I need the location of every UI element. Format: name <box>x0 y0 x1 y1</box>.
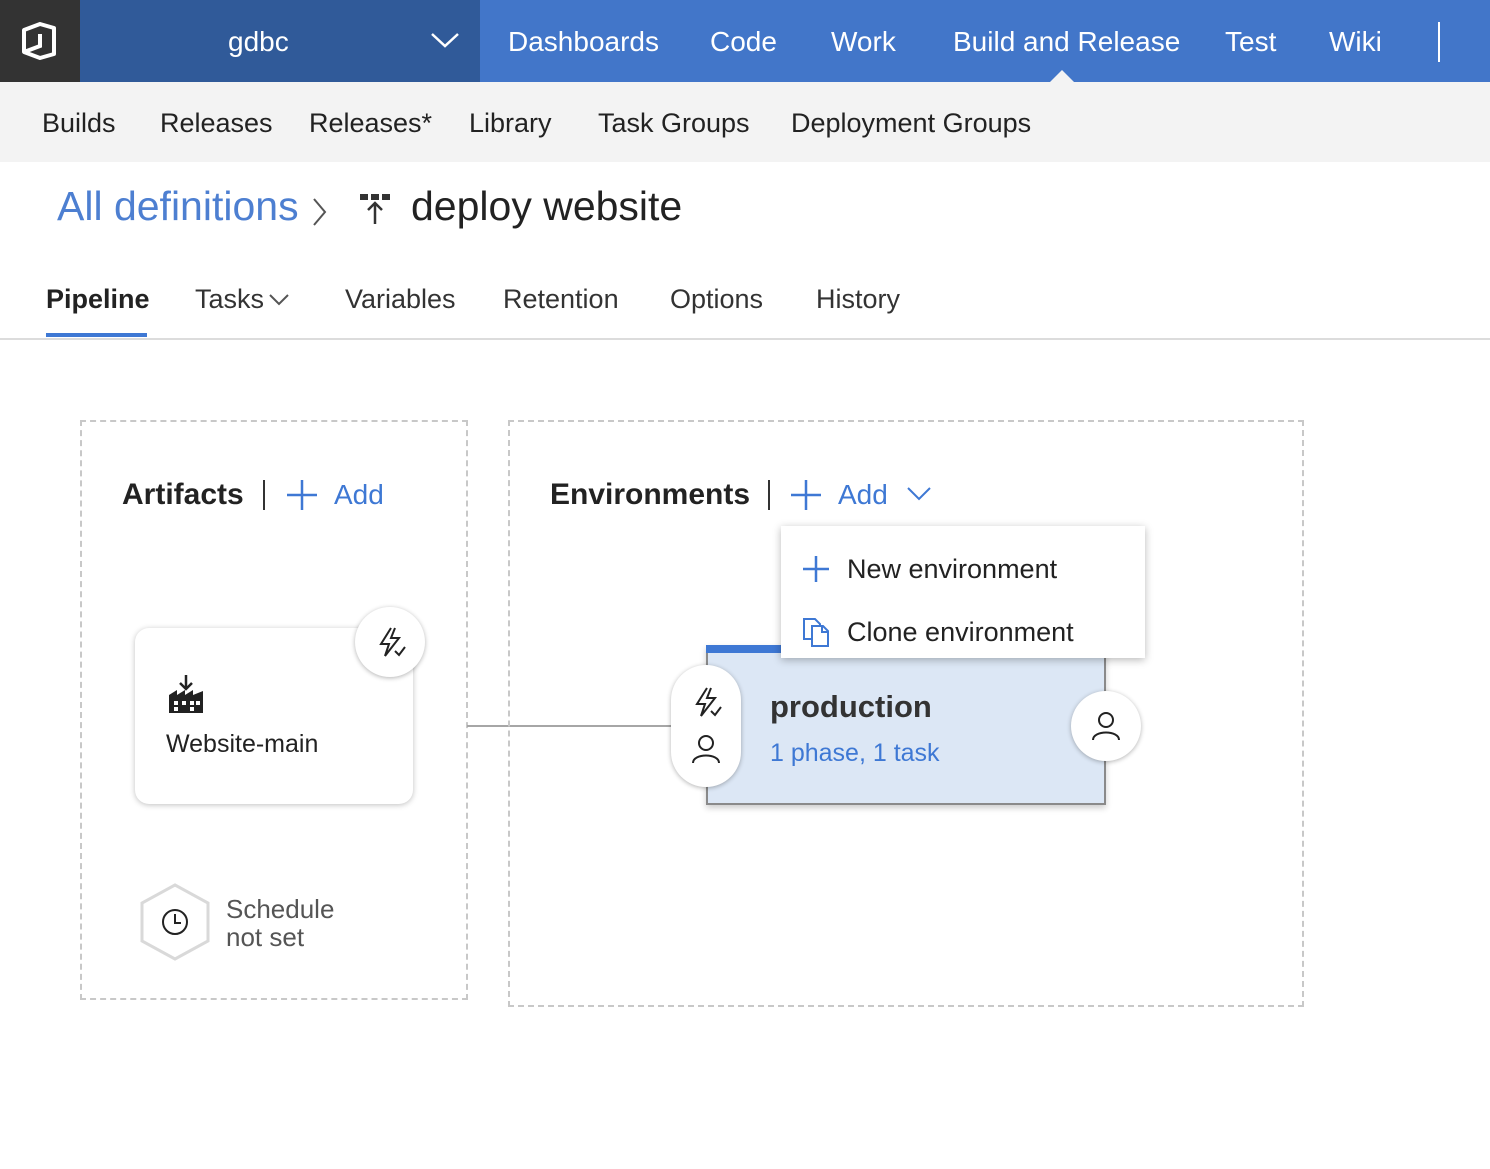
subnav-releases[interactable]: Releases <box>160 108 273 139</box>
clone-icon <box>801 617 831 652</box>
tab-pipeline[interactable]: Pipeline <box>46 284 150 315</box>
schedule-line-1: Schedule <box>226 894 335 924</box>
secondary-navigation: Builds Releases Releases* Library Task G… <box>0 82 1490 162</box>
add-artifact-button[interactable]: Add <box>334 479 384 511</box>
tab-options[interactable]: Options <box>670 284 763 315</box>
user-icon <box>1092 712 1120 741</box>
subnav-library[interactable]: Library <box>469 108 552 139</box>
hub-work[interactable]: Work <box>831 26 896 58</box>
divider <box>0 338 1490 340</box>
tab-tasks[interactable]: Tasks <box>195 284 264 315</box>
active-tab-indicator <box>46 333 147 337</box>
continuous-deployment-trigger-button[interactable] <box>355 607 425 677</box>
hub-build-and-release[interactable]: Build and Release <box>953 26 1180 58</box>
plus-icon <box>801 554 831 589</box>
schedule-line-2: not set <box>226 922 305 952</box>
project-name: gdbc <box>228 26 289 57</box>
menu-label: Clone environment <box>847 617 1074 647</box>
subnav-deployment-groups[interactable]: Deployment Groups <box>791 108 1031 139</box>
subnav-builds[interactable]: Builds <box>42 108 116 139</box>
environment-card[interactable]: production 1 phase, 1 task <box>706 645 1106 805</box>
post-deployment-approvals-button[interactable] <box>1071 691 1141 761</box>
add-environment-menu: New environment Clone environment <box>781 526 1145 658</box>
menu-label: New environment <box>847 554 1058 584</box>
subnav-releases-preview[interactable]: Releases* <box>309 108 432 139</box>
breadcrumb-all-definitions[interactable]: All definitions <box>57 183 299 230</box>
hub-dashboards[interactable]: Dashboards <box>508 26 659 58</box>
build-artifact-icon <box>167 673 205 720</box>
environment-summary[interactable]: 1 phase, 1 task <box>770 739 940 768</box>
hub-wiki[interactable]: Wiki <box>1329 26 1382 58</box>
menu-item-new-environment[interactable]: New environment <box>781 534 1145 594</box>
lightning-icon <box>379 627 406 657</box>
divider <box>1438 22 1440 62</box>
menu-item-clone-environment[interactable]: Clone environment <box>781 597 1145 657</box>
plus-icon[interactable] <box>789 478 823 517</box>
tab-retention[interactable]: Retention <box>503 284 619 315</box>
top-navigation-bar: gdbc Dashboards Code Work Build and Rele… <box>0 0 1490 82</box>
user-icon <box>690 733 722 770</box>
artifact-name: Website-main <box>166 730 319 758</box>
tab-variables[interactable]: Variables <box>345 284 456 315</box>
tab-history[interactable]: History <box>816 284 900 315</box>
hub-code[interactable]: Code <box>710 26 777 58</box>
environment-name: production <box>770 689 932 724</box>
subnav-task-groups[interactable]: Task Groups <box>598 108 750 139</box>
release-definition-icon <box>358 192 394 231</box>
environments-title: Environments <box>550 478 751 511</box>
active-hub-indicator <box>1050 70 1074 82</box>
schedule-status: Schedule not set <box>226 895 334 951</box>
chevron-right-icon <box>308 195 330 234</box>
chevron-down-icon[interactable] <box>905 484 933 509</box>
chevron-down-icon[interactable] <box>268 292 290 313</box>
divider <box>263 480 265 510</box>
add-environment-button[interactable]: Add <box>838 479 888 511</box>
page-title: deploy website <box>411 183 683 229</box>
pre-deployment-conditions-button[interactable] <box>671 665 741 787</box>
hub-test[interactable]: Test <box>1225 26 1276 58</box>
lightning-icon <box>689 685 723 724</box>
schedule-hexagon-button[interactable] <box>138 882 212 967</box>
vsts-logo-icon[interactable] <box>0 0 80 82</box>
plus-icon[interactable] <box>285 478 319 517</box>
artifacts-title: Artifacts <box>122 478 244 511</box>
divider <box>768 480 770 510</box>
project-selector[interactable]: gdbc <box>80 0 480 82</box>
chevron-down-icon <box>430 28 460 57</box>
